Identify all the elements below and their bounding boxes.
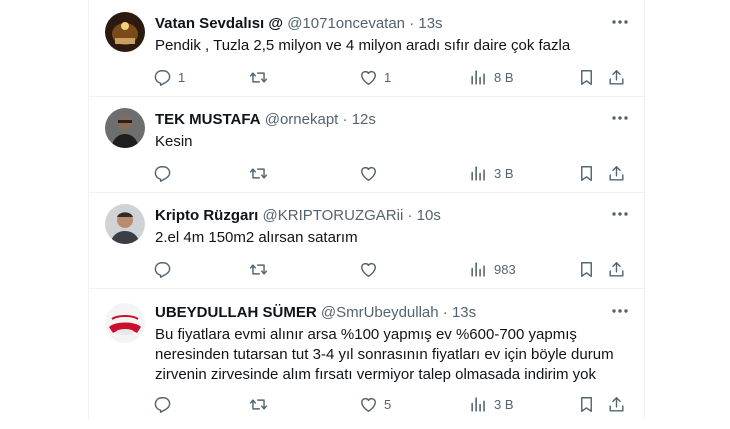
action-bar: 5 3 B (143, 387, 633, 421)
retweet-button[interactable] (249, 387, 274, 421)
tweet-header: TEK MUSTAFA @ornekapt · 12s (155, 111, 376, 129)
views-count: 8 B (494, 69, 514, 85)
tweet[interactable]: Vatan Sevdalısı @ @1071oncevatan · 13s P… (89, 0, 644, 97)
heart-icon (361, 166, 376, 181)
tweet[interactable]: Kripto Rüzgarı @KRIPTORUZGARii · 10s 2.e… (89, 192, 644, 289)
share-button[interactable] (607, 387, 626, 421)
more-icon[interactable] (610, 301, 630, 321)
share-icon (609, 261, 624, 277)
reply-button[interactable] (153, 387, 178, 421)
display-name[interactable]: UBEYDULLAH SÜMER (155, 304, 317, 321)
display-name[interactable]: Vatan Sevdalısı @ (155, 15, 283, 32)
views-count: 3 B (494, 396, 514, 412)
bookmark-icon (581, 396, 592, 412)
share-icon (609, 396, 624, 412)
heart-icon (361, 70, 376, 85)
display-name[interactable]: TEK MUSTAFA (155, 111, 261, 128)
bookmark-icon (581, 261, 592, 277)
tweet-header: Kripto Rüzgarı @KRIPTORUZGARii · 10s (155, 207, 441, 225)
share-icon (609, 69, 624, 85)
reply-icon (154, 165, 171, 182)
timestamp[interactable]: 12s (352, 111, 376, 128)
reply-icon (154, 261, 171, 278)
views-button[interactable]: 983 (469, 252, 516, 286)
reply-button[interactable]: 1 (153, 60, 185, 94)
timestamp[interactable]: 10s (417, 207, 441, 224)
separator-dot: · (442, 304, 448, 321)
like-count: 1 (384, 69, 392, 85)
handle[interactable]: @1071oncevatan (287, 15, 405, 32)
share-button[interactable] (607, 60, 626, 94)
share-icon (609, 165, 624, 181)
tweet[interactable]: UBEYDULLAH SÜMER @SmrUbeydullah · 13s Bu… (89, 289, 644, 429)
bookmark-button[interactable] (577, 252, 596, 286)
display-name[interactable]: Kripto Rüzgarı (155, 207, 258, 224)
heart-icon (361, 397, 376, 412)
share-button[interactable] (607, 252, 626, 286)
separator-dot: · (407, 207, 413, 224)
bookmark-button[interactable] (577, 156, 596, 190)
retweet-icon (249, 263, 268, 275)
more-icon[interactable] (610, 12, 630, 32)
timeline: Vatan Sevdalısı @ @1071oncevatan · 13s P… (88, 0, 645, 420)
bookmark-button[interactable] (577, 60, 596, 94)
reply-button[interactable] (153, 252, 178, 286)
separator-dot: · (342, 111, 348, 128)
bookmark-icon (581, 69, 592, 85)
tweet-header: Vatan Sevdalısı @ @1071oncevatan · 13s (155, 15, 443, 33)
views-button[interactable]: 3 B (469, 387, 514, 421)
avatar[interactable] (105, 12, 145, 52)
share-button[interactable] (607, 156, 626, 190)
handle[interactable]: @ornekapt (265, 111, 339, 128)
handle[interactable]: @KRIPTORUZGARii (263, 207, 404, 224)
like-button[interactable] (359, 156, 384, 190)
timestamp[interactable]: 13s (452, 304, 476, 321)
action-bar: 3 B (143, 156, 633, 190)
tweet[interactable]: TEK MUSTAFA @ornekapt · 12s Kesin 3 B (89, 96, 644, 193)
tweet-text: Bu fiyatlara evmi alınır arsa %100 yapmı… (155, 326, 614, 383)
retweet-icon (249, 167, 268, 179)
avatar[interactable] (105, 108, 145, 148)
avatar[interactable] (105, 303, 145, 343)
like-button[interactable]: 5 (359, 387, 391, 421)
views-icon (471, 69, 485, 85)
timestamp[interactable]: 13s (418, 15, 442, 32)
tweet-text: Kesin (155, 133, 193, 150)
retweet-button[interactable] (249, 60, 274, 94)
more-icon[interactable] (610, 204, 630, 224)
action-bar: 983 (143, 252, 633, 286)
heart-icon (361, 262, 376, 277)
like-count: 5 (384, 396, 392, 412)
tweet-header: UBEYDULLAH SÜMER @SmrUbeydullah · 13s (155, 304, 476, 322)
retweet-icon (249, 398, 268, 410)
avatar[interactable] (105, 204, 145, 244)
more-icon[interactable] (610, 108, 630, 128)
views-button[interactable]: 3 B (469, 156, 514, 190)
bookmark-button[interactable] (577, 387, 596, 421)
retweet-icon (249, 71, 268, 83)
views-count: 983 (494, 261, 516, 277)
like-button[interactable]: 1 (359, 60, 391, 94)
tweet-text: Pendik , Tuzla 2,5 milyon ve 4 milyon ar… (155, 37, 571, 54)
bookmark-icon (581, 165, 592, 181)
views-icon (471, 165, 485, 181)
like-button[interactable] (359, 252, 384, 286)
retweet-button[interactable] (249, 156, 274, 190)
views-count: 3 B (494, 165, 514, 181)
reply-icon (154, 69, 171, 86)
views-button[interactable]: 8 B (469, 60, 514, 94)
action-bar: 1 1 8 B (143, 60, 633, 94)
reply-count: 1 (178, 69, 186, 85)
tweet-text: 2.el 4m 150m2 alırsan satarım (155, 229, 358, 246)
views-icon (471, 396, 485, 412)
reply-icon (154, 396, 171, 413)
handle[interactable]: @SmrUbeydullah (321, 304, 439, 321)
separator-dot: · (409, 15, 415, 32)
views-icon (471, 261, 485, 277)
reply-button[interactable] (153, 156, 178, 190)
retweet-button[interactable] (249, 252, 274, 286)
